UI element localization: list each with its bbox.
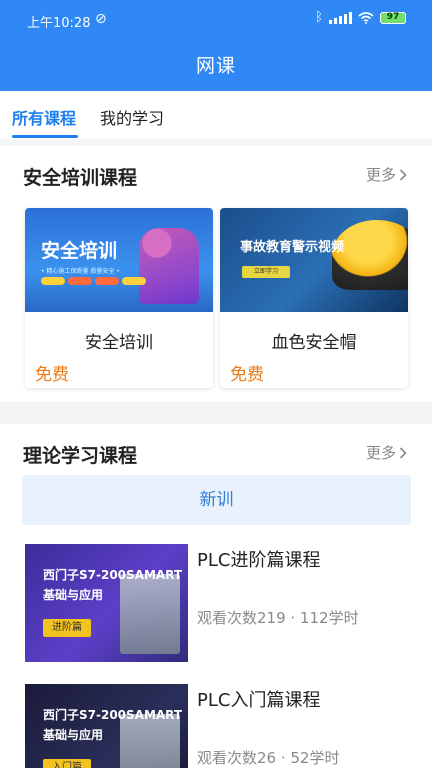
- thumbnail-tag: 进阶篇: [43, 619, 91, 637]
- thumbnail-line2: 基础与应用: [43, 728, 104, 742]
- helmet-illustration: [332, 220, 408, 290]
- thumbnail-line2: 基础与应用: [43, 588, 104, 602]
- course-name: PLC进阶篇课程: [197, 550, 321, 571]
- course-thumbnail: 事故教育警示视频 立即学习: [220, 208, 408, 312]
- tab-my-learning[interactable]: 我的学习: [100, 105, 164, 129]
- thumbnail-tag: 入门篇: [43, 759, 91, 768]
- course-thumbnail: 西门子S7-200SAMART 基础与应用 入门篇: [25, 684, 188, 768]
- alarm-off-icon: ⊘: [95, 11, 107, 27]
- chevron-right-icon: [399, 446, 407, 459]
- thumbnail-line1: 西门子S7-200SAMART: [43, 708, 183, 722]
- plc-device-illustration: [120, 574, 180, 654]
- status-icons: ᛒ 97: [315, 10, 406, 25]
- chevron-right-icon: [399, 168, 407, 181]
- course-meta: 观看次数219 · 112学时: [197, 609, 359, 627]
- thumbnail-button: 立即学习: [242, 266, 290, 278]
- category-filter-new-training[interactable]: 新训: [22, 475, 411, 525]
- thumbnail-title: 事故教育警示视频: [240, 240, 345, 255]
- course-name: 安全培训: [85, 333, 153, 353]
- more-link[interactable]: 更多: [366, 442, 407, 463]
- safety-training-section: 安全培训课程 更多 安全培训 • 精心施工保质量 质量安全 • 安全培训 免费 …: [0, 146, 432, 402]
- status-bar: 上午10:28 ⊘ ᛒ 97: [0, 0, 432, 38]
- section-title: 理论学习课程: [23, 445, 138, 467]
- tab-all-courses[interactable]: 所有课程: [12, 105, 76, 129]
- thumbnail-line1: 西门子S7-200SAMART: [43, 568, 183, 582]
- wifi-icon: [358, 11, 374, 24]
- tab-indicator: [12, 135, 78, 138]
- course-thumbnail: 安全培训 • 精心施工保质量 质量安全 •: [25, 208, 213, 312]
- course-meta: 观看次数26 · 52学时: [197, 749, 340, 767]
- tab-bar: 所有课程 我的学习: [0, 91, 432, 139]
- signal-icon: [329, 11, 352, 24]
- battery-icon: 97: [380, 11, 406, 24]
- status-time: 上午10:28: [27, 16, 91, 31]
- app-header: 上午10:28 ⊘ ᛒ 97 网课: [0, 0, 432, 91]
- thumbnail-pills: [41, 277, 146, 285]
- list-item[interactable]: 西门子S7-200SAMART 基础与应用 入门篇 PLC入门篇课程 观看次数2…: [25, 684, 405, 768]
- course-card[interactable]: 安全培训 • 精心施工保质量 质量安全 • 安全培训 免费: [25, 208, 213, 388]
- course-price: 免费: [230, 365, 264, 385]
- list-item[interactable]: 西门子S7-200SAMART 基础与应用 进阶篇 PLC进阶篇课程 观看次数2…: [25, 544, 405, 662]
- theory-learning-section: 理论学习课程 更多 新训 西门子S7-200SAMART 基础与应用 进阶篇 P…: [0, 424, 432, 768]
- more-link[interactable]: 更多: [366, 164, 407, 185]
- course-name: 血色安全帽: [271, 333, 357, 353]
- section-title: 安全培训课程: [23, 167, 138, 189]
- course-card[interactable]: 事故教育警示视频 立即学习 血色安全帽 免费: [220, 208, 408, 388]
- more-label: 更多: [365, 444, 396, 462]
- thumbnail-subtitle: • 精心施工保质量 质量安全 •: [41, 268, 120, 275]
- thumbnail-illustration: [139, 228, 199, 304]
- course-price: 免费: [35, 365, 69, 385]
- page-title: 网课: [195, 55, 236, 77]
- bluetooth-icon: ᛒ: [315, 10, 323, 25]
- more-label: 更多: [365, 166, 396, 184]
- thumbnail-title: 安全培训: [41, 240, 118, 262]
- course-thumbnail: 西门子S7-200SAMART 基础与应用 进阶篇: [25, 544, 188, 662]
- course-name: PLC入门篇课程: [197, 690, 321, 711]
